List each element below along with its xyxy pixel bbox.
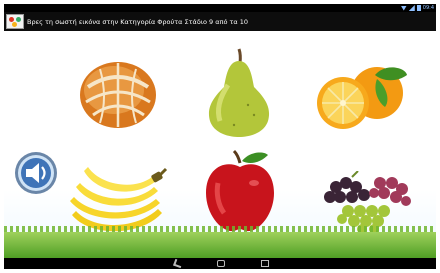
signal-icon: [408, 5, 415, 11]
back-icon[interactable]: [173, 258, 183, 269]
page-title: Βρες τη σωστή εικόνα στην Κατηγορία Φρού…: [27, 17, 249, 26]
home-icon[interactable]: [217, 260, 225, 267]
device-frame: 09:4 Βρες τη σωστή εικόνα στην Κατηγορία…: [0, 0, 440, 273]
apple-icon[interactable]: [204, 149, 276, 233]
wifi-icon: [400, 5, 407, 11]
status-icons: 09:4: [400, 4, 434, 12]
status-bar: 09:4: [4, 4, 436, 12]
title-bar: Βρες τη σωστή εικόνα στην Κατηγορία Φρού…: [4, 12, 436, 31]
nav-bar: [4, 258, 436, 269]
banana-icon[interactable]: [70, 157, 170, 235]
battery-icon: [416, 5, 421, 11]
app-screen: 09:4 Βρες τη σωστή εικόνα στην Κατηγορία…: [4, 4, 436, 269]
game-area: [4, 31, 436, 258]
orange-icon[interactable]: [315, 65, 411, 131]
sound-button[interactable]: [14, 151, 58, 195]
pear-icon[interactable]: [204, 45, 274, 137]
status-time: 09:4: [422, 5, 434, 11]
mandarin-icon[interactable]: [78, 57, 158, 129]
app-logo-icon: [6, 14, 24, 29]
grass-ground: [4, 232, 436, 258]
recent-apps-icon[interactable]: [261, 260, 269, 267]
